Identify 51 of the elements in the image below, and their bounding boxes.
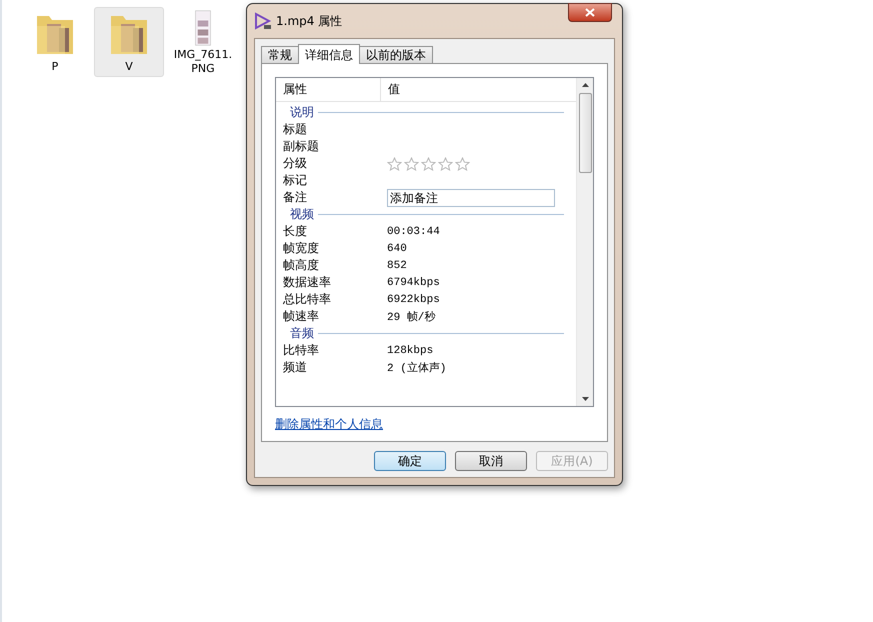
property-value: 6794kbps (387, 276, 440, 288)
star-icon[interactable] (455, 156, 470, 170)
property-name: 备注 (283, 189, 308, 206)
property-name: 帧高度 (283, 257, 320, 274)
desktop-icon[interactable]: V (94, 7, 164, 77)
desktop-icon[interactable]: IMG_7611. PNG (168, 7, 238, 77)
scrollbar[interactable] (576, 78, 593, 406)
property-value: 128kbps (387, 344, 434, 356)
property-name: 频道 (283, 359, 308, 376)
rating-stars[interactable] (387, 156, 470, 170)
property-name: 帧宽度 (283, 240, 320, 257)
comment-field[interactable]: 添加备注 (387, 188, 555, 206)
dialog-button[interactable]: 确定 (374, 451, 446, 471)
property-name: 帧速率 (283, 308, 320, 325)
star-icon[interactable] (421, 156, 436, 170)
image-file-icon (192, 10, 214, 46)
section-heading: 音频 (290, 325, 314, 342)
star-icon[interactable] (404, 156, 419, 170)
column-header[interactable]: 值 (381, 78, 576, 101)
scroll-down-icon[interactable] (582, 397, 588, 401)
section-heading: 说明 (290, 104, 314, 121)
scroll-up-icon[interactable] (582, 83, 588, 87)
desktop-icon[interactable]: P (20, 7, 90, 77)
property-value: 2 (立体声) (387, 360, 446, 375)
star-icon[interactable] (387, 156, 402, 170)
property-name: 标记 (283, 172, 308, 189)
property-value: 29 帧/秒 (387, 310, 436, 324)
property-value: 640 (387, 242, 407, 254)
property-name: 总比特率 (283, 291, 332, 308)
property-name: 长度 (283, 223, 308, 240)
section-heading: 视频 (290, 206, 314, 223)
star-icon[interactable] (438, 156, 453, 170)
property-value: 00:03:44 (387, 226, 440, 238)
column-header[interactable]: 属性 (276, 78, 381, 101)
window-title: 1.mp4 属性 (276, 12, 342, 30)
tab[interactable]: 详细信息 (298, 44, 360, 64)
close-button[interactable] (568, 3, 612, 22)
tab[interactable]: 以前的版本 (359, 46, 433, 63)
scrollbar-thumb[interactable] (578, 93, 592, 173)
property-name: 副标题 (283, 138, 320, 155)
property-name: 比特率 (283, 342, 320, 359)
property-value: 852 (387, 260, 407, 272)
property-value: 6922kbps (387, 294, 440, 306)
property-name: 数据速率 (283, 274, 332, 291)
play-icon (254, 12, 272, 30)
close-icon (585, 8, 595, 17)
property-name: 分级 (283, 155, 308, 172)
property-name: 标题 (283, 121, 308, 138)
remove-properties-link[interactable]: 删除属性和个人信息 (275, 416, 383, 433)
dialog-button[interactable]: 取消 (455, 451, 527, 471)
tab[interactable]: 常规 (261, 46, 299, 63)
